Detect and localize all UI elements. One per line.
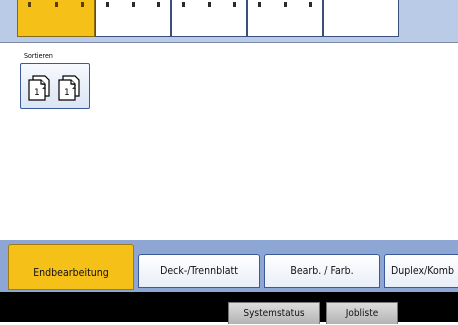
tab-bearb-farb[interactable]: Bearb. / Farb. xyxy=(264,254,380,288)
job-list-button[interactable]: Jobliste xyxy=(326,302,398,324)
top-option-strip xyxy=(0,0,458,42)
top-tile-3[interactable] xyxy=(171,0,247,37)
svg-text:2: 2 xyxy=(42,83,46,91)
system-status-button[interactable]: Systemstatus xyxy=(228,302,320,324)
svg-text:2: 2 xyxy=(72,83,76,91)
tab-duplex-komb[interactable]: Duplex/Komb xyxy=(384,254,458,288)
top-tile-5[interactable] xyxy=(323,0,399,37)
tab-endbearbeitung[interactable]: Endbearbeitung xyxy=(8,244,134,290)
svg-text:1: 1 xyxy=(34,88,40,98)
top-tile-selected[interactable] xyxy=(17,0,95,37)
top-tile-2[interactable] xyxy=(95,0,171,37)
tab-deck-trennblatt[interactable]: Deck-/Trennblatt xyxy=(138,254,260,288)
svg-text:1: 1 xyxy=(64,88,70,98)
top-tile-4[interactable] xyxy=(247,0,323,37)
sort-collate-icon: 1 2 1 2 xyxy=(28,75,80,101)
sort-section-label: Sortieren xyxy=(24,52,53,60)
sort-button[interactable]: 1 2 1 2 xyxy=(20,63,90,109)
